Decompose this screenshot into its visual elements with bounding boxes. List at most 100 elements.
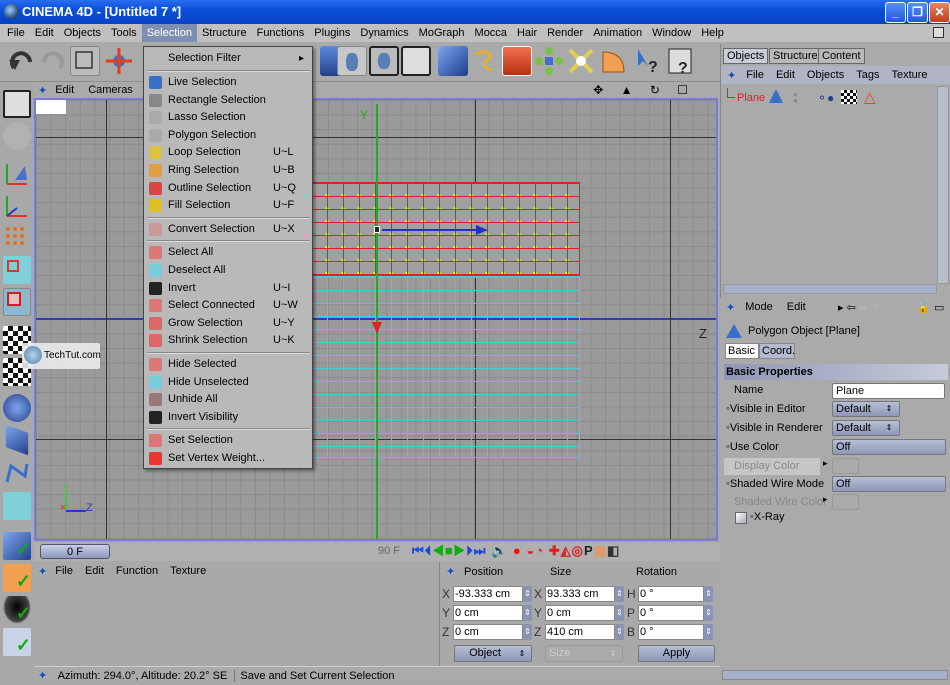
obj-menu-edit[interactable]: Edit [776,69,795,81]
timeline-slider[interactable]: 0 F [40,544,110,559]
position-z-field[interactable]: 0 cm [453,624,523,640]
tab-coord[interactable]: Coord. [759,343,795,359]
selection-menu-item-selection-filter[interactable]: Selection Filter ▸ [144,50,312,67]
size-x-field[interactable]: 93.333 cm [545,586,615,602]
visible-in-editor-select[interactable]: Default ⇕ [832,401,900,417]
rotation-p-field[interactable]: 0 ° [638,605,704,621]
expand-arrow-icon[interactable]: ▸ [823,494,828,505]
use-model-tool-icon[interactable] [3,122,31,150]
viewport-menu-edit[interactable]: Edit [55,84,74,96]
position-x-field[interactable]: -93.333 cm [453,586,523,602]
texture-tag-icon[interactable] [841,90,857,104]
array-icon[interactable] [534,46,564,76]
deformer-icon[interactable] [566,46,596,76]
move-view-icon[interactable]: ✥ [593,83,603,97]
edges-mode-icon[interactable] [3,256,31,284]
rectangle-selection-tool-icon[interactable] [70,46,100,76]
selection-menu-item-set-selection[interactable]: Set Selection [144,432,312,449]
material-menu-edit[interactable]: Edit [85,565,104,577]
position-z-spinner[interactable]: ⇕ [523,624,532,640]
phong-tag-icon[interactable]: ⚬● [817,91,834,105]
menu-dynamics[interactable]: Dynamics [355,24,413,42]
attribute-horizontal-scrollbar[interactable] [722,670,948,680]
material-menu-texture[interactable]: Texture [170,565,206,577]
new-manager-icon[interactable]: ▭ [934,301,944,314]
parameter-key-icon[interactable]: P [584,543,594,558]
help-manual-icon[interactable]: ? [666,46,696,76]
attr-menu-mode[interactable]: Mode [745,301,773,313]
object-axis-tool-icon[interactable] [3,160,31,188]
render-view-icon[interactable] [337,46,367,76]
tab-structure[interactable]: Structure [769,48,822,64]
coord-mode-select[interactable]: Object ⇕ [454,645,532,662]
menu-file[interactable]: File [2,24,30,42]
axis-handle[interactable] [374,226,380,233]
rotation-key-icon[interactable]: ◎ [572,543,584,558]
redo-icon[interactable] [38,46,68,76]
enable-axis-icon[interactable]: ✓ [3,532,31,560]
render-settings-icon[interactable] [401,46,431,76]
menu-render[interactable]: Render [542,24,588,42]
next-key-icon[interactable]: ⏵ [466,543,474,558]
apply-button[interactable]: Apply [638,645,715,662]
selection-menu-item-outline-selection[interactable]: Outline Selection U~Q [144,180,312,197]
cube-object-icon[interactable] [438,46,468,76]
size-mode-select[interactable]: Size ⇕ [545,645,623,662]
selection-menu-item-select-connected[interactable]: Select Connected U~W [144,297,312,314]
menu-help[interactable]: Help [696,24,729,42]
z-arrow-icon[interactable] [476,225,488,235]
restore-button[interactable]: ❐ [907,2,928,23]
selection-menu-item-invert-visibility[interactable]: Invert Visibility [144,409,312,426]
pla-key-icon[interactable]: ▦ [594,543,607,558]
menu-hair[interactable]: Hair [512,24,542,42]
object-horizontal-scrollbar[interactable] [723,284,937,294]
size-y-field[interactable]: 0 cm [545,605,615,621]
obj-menu-objects[interactable]: Objects [807,69,844,81]
menu-window[interactable]: Window [647,24,696,42]
size-y-spinner[interactable]: ⇕ [615,605,624,621]
selection-menu-item-grow-selection[interactable]: Grow Selection U~Y [144,315,312,332]
expand-arrow-icon[interactable]: ▸ [823,458,828,469]
object-vertical-scrollbar[interactable] [937,86,949,284]
menu-animation[interactable]: Animation [588,24,647,42]
basic-properties-section[interactable]: Basic Properties [724,364,948,380]
material-menu-function[interactable]: Function [116,565,158,577]
viewport-3d[interactable]: Y Z Y Z × [34,98,718,541]
obj-menu-texture[interactable]: Texture [891,69,927,81]
tab-content[interactable]: Content [818,48,865,64]
viewport-menu-cameras[interactable]: Cameras [88,84,133,96]
forward-arrow-icon[interactable]: ⇨ [859,302,868,314]
rotation-b-field[interactable]: 0 ° [638,624,704,640]
inverse-kinematics-icon[interactable] [3,492,31,520]
z-axis-handle[interactable] [382,229,482,231]
points-mode-icon[interactable] [3,224,31,252]
object-plane-label[interactable]: Plane [737,92,765,104]
spline-icon[interactable] [470,46,500,76]
enable-lights-icon[interactable]: ✓ [3,596,31,624]
selection-menu-item-invert[interactable]: Invert U~I [144,280,312,297]
keyframe-selection-icon[interactable]: ◔ [535,543,544,558]
selection-menu-item-unhide-all[interactable]: Unhide All [144,391,312,408]
move-tool-icon[interactable] [104,46,134,76]
selection-menu-item-select-all[interactable]: Select All [144,244,312,261]
selection-menu-item-shrink-selection[interactable]: Shrink Selection U~K [144,332,312,349]
rotation-h-spinner[interactable]: ⇕ [704,586,713,602]
menu-plugins[interactable]: Plugins [309,24,355,42]
position-key-icon[interactable]: ✚ [549,543,561,558]
size-x-spinner[interactable]: ⇕ [615,586,624,602]
name-field[interactable]: Plane [832,383,945,399]
menu-functions[interactable]: Functions [252,24,310,42]
attr-menu-edit[interactable]: Edit [787,301,806,313]
menu-objects[interactable]: Objects [59,24,106,42]
selection-menu-item-set-vertex-weight[interactable]: Set Vertex Weight... [144,450,312,467]
position-x-spinner[interactable]: ⇕ [523,586,532,602]
position-y-field[interactable]: 0 cm [453,605,523,621]
plane-unselected-polygons[interactable] [310,276,580,458]
menu-tools[interactable]: Tools [106,24,142,42]
menu-mograph[interactable]: MoGraph [414,24,470,42]
visibility-dots-icon[interactable]: ● ● [793,91,798,105]
render-picture-viewer-icon[interactable] [369,46,399,76]
scene-object-icon[interactable] [598,46,628,76]
size-z-field[interactable]: 410 cm [545,624,615,640]
back-arrow-icon[interactable]: ⇦ [847,302,856,314]
